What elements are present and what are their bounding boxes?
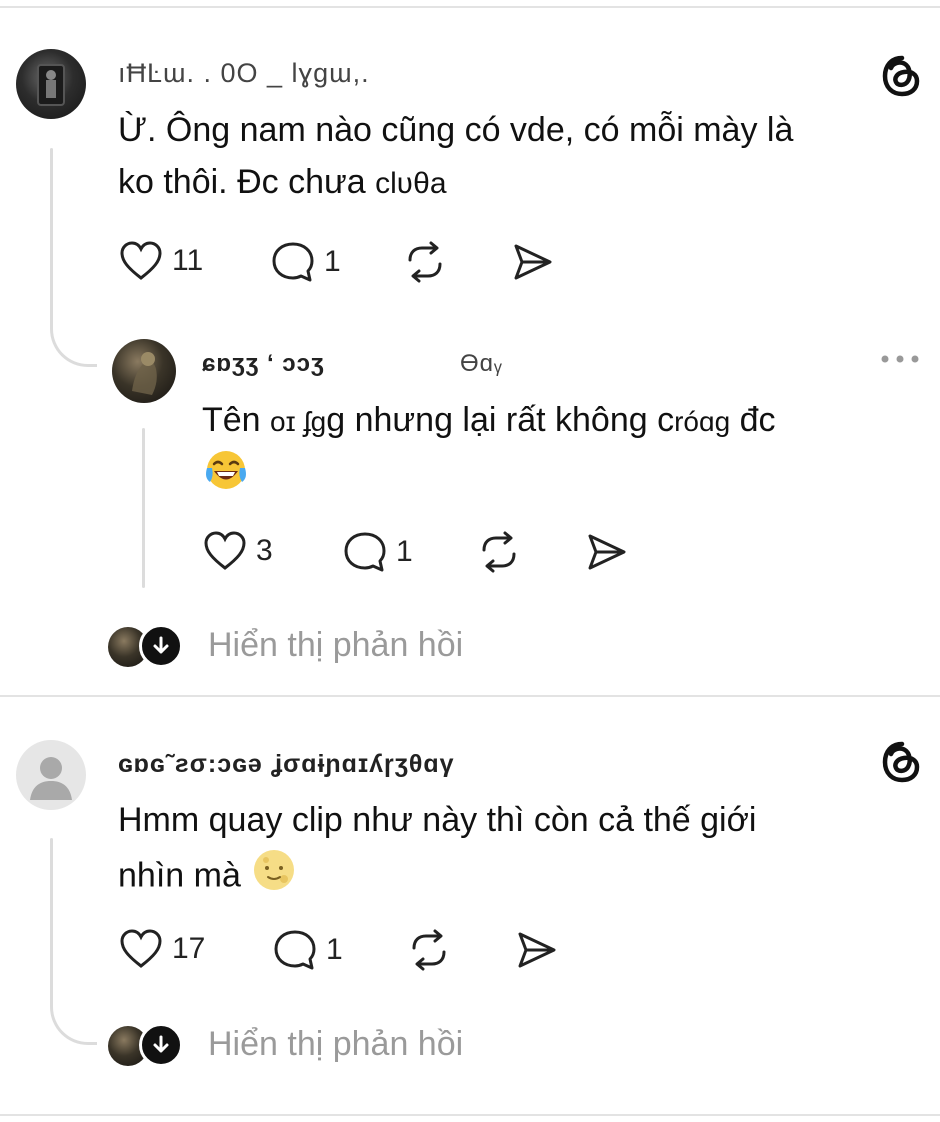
comment-text-line-2: nhìn mà: [118, 846, 908, 909]
threads-logo-icon[interactable]: [880, 54, 924, 103]
comment-text: Hmm quay clip như này thì còn cả thế giớ…: [118, 794, 908, 909]
reply-text-part-5: đc: [739, 401, 776, 439]
send-icon: [514, 244, 552, 280]
comment-text-line-2: ko thôi. Đc chưa clʋθa: [118, 156, 908, 210]
reply-button[interactable]: 1: [272, 928, 343, 972]
reply-repost-button[interactable]: [476, 530, 522, 574]
reply-text-part-4: róɑg: [674, 406, 731, 437]
repost-button[interactable]: [402, 240, 448, 284]
thread-curve: [50, 300, 97, 367]
reply-avatar[interactable]: [112, 339, 176, 403]
arrow-down-icon[interactable]: [139, 1023, 183, 1067]
moon-face-emoji-icon: [250, 846, 298, 909]
send-icon: [518, 932, 556, 968]
heart-icon: [204, 531, 246, 570]
comment-text-line-2-main: nhìn mà: [118, 856, 241, 895]
avatar-photo: [132, 352, 157, 395]
reply-count: 1: [324, 245, 341, 278]
repost-icon: [408, 241, 442, 283]
thread-line: [50, 838, 53, 1008]
reply-reply-button[interactable]: 1: [342, 530, 413, 574]
like-button[interactable]: 17: [118, 928, 205, 970]
like-button[interactable]: 11: [118, 240, 203, 282]
comment-icon: [272, 242, 314, 282]
repost-icon: [412, 929, 446, 971]
show-replies-link[interactable]: Hiển thị phản hồi: [208, 1025, 463, 1064]
comment-divider: [0, 695, 940, 697]
heart-icon: [120, 929, 162, 968]
comment-text-line-2-main: ko thôi. Đc chưa: [118, 163, 366, 201]
reply-like-count: 3: [256, 534, 273, 567]
reply-like-button[interactable]: 3: [202, 530, 273, 572]
avatar-photo: [37, 64, 65, 106]
reply-username-tail: Ɵɑᵧ: [460, 350, 503, 377]
reply-text-line-1: Tên οɪ ʄɡg nhưng lại rất không cróɑg đc: [202, 394, 922, 448]
laughing-tears-emoji-icon: [202, 448, 250, 507]
reply-text-part-1: Tên: [202, 401, 261, 439]
reply-text-line-2: [202, 448, 922, 507]
reply-username[interactable]: ɕɒʒʒ ‘ ɔɔʒ: [202, 350, 325, 378]
reply-text-part-3: g nhưng lại rất không c: [326, 401, 675, 439]
thread-curve: [50, 990, 97, 1045]
username[interactable]: ɢɒɢ˜ƨσ:ɔɢə ʝσɑɨɲɑɪʎɼʒθɑγ: [118, 750, 455, 779]
comment-text-line-1: Ừ. Ông nam nào cũng có vde, có mỗi mày l…: [118, 111, 794, 149]
like-count: 11: [172, 244, 204, 277]
arrow-down-icon[interactable]: [139, 624, 183, 668]
send-icon: [588, 534, 626, 570]
reply-share-button[interactable]: [584, 530, 630, 574]
more-dots-icon[interactable]: [879, 352, 921, 370]
reply-reply-count: 1: [396, 535, 413, 568]
comment-icon: [274, 930, 316, 970]
heart-icon: [120, 241, 162, 280]
reply-text-part-2: οɪ ʄɡ: [270, 406, 327, 437]
comment-text: Ừ. Ông nam nào cũng có vde, có mỗi mày l…: [118, 104, 908, 210]
avatar[interactable]: [16, 49, 86, 119]
comment-text-line-2-tail: clʋθa: [375, 167, 447, 200]
show-replies-link[interactable]: Hiển thị phản hồi: [208, 626, 463, 665]
reply-count: 1: [326, 933, 343, 966]
top-divider: [0, 6, 940, 8]
avatar[interactable]: [16, 740, 86, 810]
share-button[interactable]: [510, 240, 556, 284]
comment-text-line-1: Hmm quay clip như này thì còn cả thế giớ…: [118, 801, 757, 839]
username[interactable]: ıĦĿɯ. . 0O _ lɣgɯ,.: [118, 58, 370, 89]
comment-icon: [344, 532, 386, 572]
repost-button[interactable]: [406, 928, 452, 972]
like-count: 17: [172, 932, 206, 965]
threads-logo-icon[interactable]: [880, 740, 924, 789]
thread-line: [50, 148, 53, 318]
bottom-divider: [0, 1114, 940, 1116]
reply-thread-line: [142, 428, 145, 588]
reply-button[interactable]: 1: [270, 240, 341, 284]
default-user-icon: [30, 757, 72, 800]
share-button[interactable]: [514, 928, 560, 972]
repost-icon: [482, 531, 516, 573]
reply-text: Tên οɪ ʄɡg nhưng lại rất không cróɑg đc: [202, 394, 922, 507]
